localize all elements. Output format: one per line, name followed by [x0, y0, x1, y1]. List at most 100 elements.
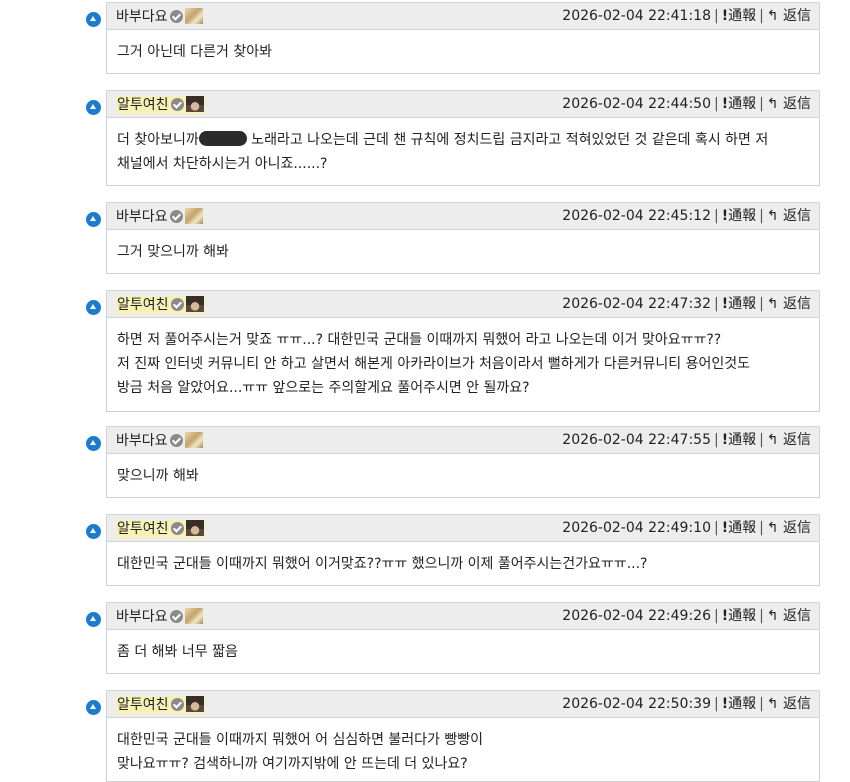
author-name[interactable]: 바부다요	[116, 609, 168, 625]
author-name[interactable]: 알투여친	[117, 297, 169, 313]
reply-button[interactable]: ↰ 返信	[767, 432, 811, 448]
reply-button[interactable]: ↰ 返信	[767, 696, 811, 712]
author-info[interactable]: 알투여친	[116, 520, 205, 538]
verified-check-icon	[170, 522, 184, 535]
timestamp: 2026-02-04 22:49:26	[562, 608, 711, 624]
comment-meta: 2026-02-04 22:44:50 | !通報 | ↰ 返信	[562, 96, 811, 113]
reply-arrow-up-icon[interactable]	[86, 300, 101, 315]
reply-button[interactable]: ↰ 返信	[767, 208, 811, 224]
author-avatar	[185, 296, 204, 312]
divider: |	[713, 208, 719, 224]
comment-header: 바부다요 2026-02-04 22:47:55 | !通報 | ↰ 返信	[106, 426, 820, 454]
reply-button[interactable]: ↰ 返信	[767, 296, 811, 312]
author-info[interactable]: 바부다요	[116, 432, 203, 450]
comment-body: 더 찾아보니까 노래라고 나오는데 근데 챈 규칙에 정치드립 금지라고 적혀있…	[106, 118, 820, 186]
report-button[interactable]: !通報	[722, 520, 756, 536]
reply-arrow-icon: ↰	[766, 296, 779, 312]
comment-header: 알투여친 2026-02-04 22:50:39 | !通報 | ↰ 返信	[106, 690, 820, 718]
reply-button[interactable]: ↰ 返信	[767, 96, 811, 112]
reply-arrow-icon: ↰	[766, 696, 779, 712]
reply-button[interactable]: ↰ 返信	[767, 8, 811, 24]
comment-text: 채널에서 차단하시는거 아니죠......?	[117, 156, 328, 172]
author-info[interactable]: 알투여친	[116, 296, 205, 314]
author-name[interactable]: 알투여친	[117, 97, 169, 113]
comment-body: 대한민국 군대들 이때까지 뭐했어 이거맞죠??ㅠㅠ 했으니까 이제 풀어주시는…	[106, 542, 820, 586]
report-button[interactable]: !通報	[722, 608, 756, 624]
author-name[interactable]: 바부다요	[116, 433, 168, 449]
author-info[interactable]: 알투여친	[116, 696, 205, 714]
author-name[interactable]: 바부다요	[116, 9, 168, 25]
comment-header: 알투여친 2026-02-04 22:49:10 | !通報 | ↰ 返信	[106, 514, 820, 542]
divider: |	[713, 8, 719, 24]
comment-meta: 2026-02-04 22:47:32 | !通報 | ↰ 返信	[562, 296, 811, 313]
report-button[interactable]: !通報	[722, 432, 756, 448]
author-name[interactable]: 알투여친	[117, 521, 169, 537]
comment-text: 저 진짜 인터넷 커뮤니티 안 하고 살면서 해본게 아카라이브가 처음이라서 …	[117, 356, 750, 372]
comment-text: 방금 처음 알았어요...ㅠㅠ 앞으로는 주의할게요 풀어주시면 안 될까요?	[117, 380, 530, 396]
author-avatar	[184, 8, 203, 24]
comment-text: 맞나요ㅠㅠ? 검색하니까 여기까지밖에 안 뜨는데 더 있나요?	[117, 756, 468, 772]
comment-header: 알투여친 2026-02-04 22:47:32 | !通報 | ↰ 返信	[106, 290, 820, 318]
author-info[interactable]: 바부다요	[116, 608, 203, 626]
comment-text: 좀 더 해봐 너무 짧음	[117, 644, 238, 660]
divider: |	[759, 96, 764, 112]
reply-arrow-up-icon[interactable]	[86, 700, 101, 715]
reply-arrow-icon: ↰	[766, 520, 779, 536]
comment-text: 그거 아닌데 다른거 찾아봐	[117, 44, 273, 60]
report-button[interactable]: !通報	[722, 96, 756, 112]
author-avatar	[185, 520, 204, 536]
author-avatar	[184, 608, 203, 624]
reply-arrow-up-icon[interactable]	[86, 612, 101, 627]
timestamp: 2026-02-04 22:49:10	[562, 520, 711, 536]
reply-arrow-icon: ↰	[766, 96, 779, 112]
reply-arrow-up-icon[interactable]	[86, 12, 101, 27]
timestamp: 2026-02-04 22:47:32	[562, 296, 711, 312]
reply-button[interactable]: ↰ 返信	[767, 608, 811, 624]
reply-arrow-up-icon[interactable]	[86, 524, 101, 539]
reply-arrow-icon: ↰	[766, 432, 779, 448]
timestamp: 2026-02-04 22:45:12	[562, 208, 711, 224]
report-button[interactable]: !通報	[722, 296, 756, 312]
comment-header: 알투여친 2026-02-04 22:44:50 | !通報 | ↰ 返信	[106, 90, 820, 118]
comment-meta: 2026-02-04 22:41:18 | !通報 | ↰ 返信	[562, 8, 811, 25]
divider: |	[713, 608, 719, 624]
author-avatar	[185, 96, 204, 112]
verified-check-icon	[169, 434, 183, 447]
timestamp: 2026-02-04 22:41:18	[562, 8, 711, 24]
divider: |	[759, 296, 764, 312]
author-name[interactable]: 바부다요	[116, 209, 168, 225]
report-button[interactable]: !通報	[722, 8, 756, 24]
verified-check-icon	[170, 98, 184, 111]
comment-body: 맞으니까 해봐	[106, 454, 820, 498]
comment-header: 바부다요 2026-02-04 22:49:26 | !通報 | ↰ 返信	[106, 602, 820, 630]
verified-check-icon	[169, 210, 183, 223]
author-info[interactable]: 바부다요	[116, 8, 203, 26]
divider: |	[713, 96, 719, 112]
divider: |	[759, 520, 764, 536]
comment-meta: 2026-02-04 22:50:39 | !通報 | ↰ 返信	[562, 696, 811, 713]
author-name[interactable]: 알투여친	[117, 697, 169, 713]
divider: |	[759, 208, 764, 224]
verified-check-icon	[170, 698, 184, 711]
divider: |	[759, 432, 764, 448]
divider: |	[713, 696, 719, 712]
divider: |	[713, 296, 719, 312]
reply-arrow-up-icon[interactable]	[86, 212, 101, 227]
author-avatar	[184, 432, 203, 448]
report-button[interactable]: !通報	[722, 208, 756, 224]
author-info[interactable]: 알투여친	[116, 96, 205, 114]
comment-meta: 2026-02-04 22:49:10 | !通報 | ↰ 返信	[562, 520, 811, 537]
comment-body: 좀 더 해봐 너무 짧음	[106, 630, 820, 674]
comment-header: 바부다요 2026-02-04 22:45:12 | !通報 | ↰ 返信	[106, 202, 820, 230]
reply-button[interactable]: ↰ 返信	[767, 520, 811, 536]
author-info[interactable]: 바부다요	[116, 208, 203, 226]
report-button[interactable]: !通報	[722, 696, 756, 712]
comment-body: 대한민국 군대들 이때까지 뭐했어 어 심심하면 불러다가 빵빵이 맞나요ㅠㅠ?…	[106, 718, 820, 782]
reply-arrow-up-icon[interactable]	[86, 436, 101, 451]
reply-arrow-up-icon[interactable]	[86, 100, 101, 115]
comment-text: 더 찾아보니까 노래라고 나오는데 근데 챈 규칙에 정치드립 금지라고 적혀있…	[117, 131, 769, 148]
comment-header: 바부다요 2026-02-04 22:41:18 | !通報 | ↰ 返信	[106, 2, 820, 30]
divider: |	[759, 696, 764, 712]
verified-check-icon	[170, 298, 184, 311]
verified-check-icon	[169, 610, 183, 623]
